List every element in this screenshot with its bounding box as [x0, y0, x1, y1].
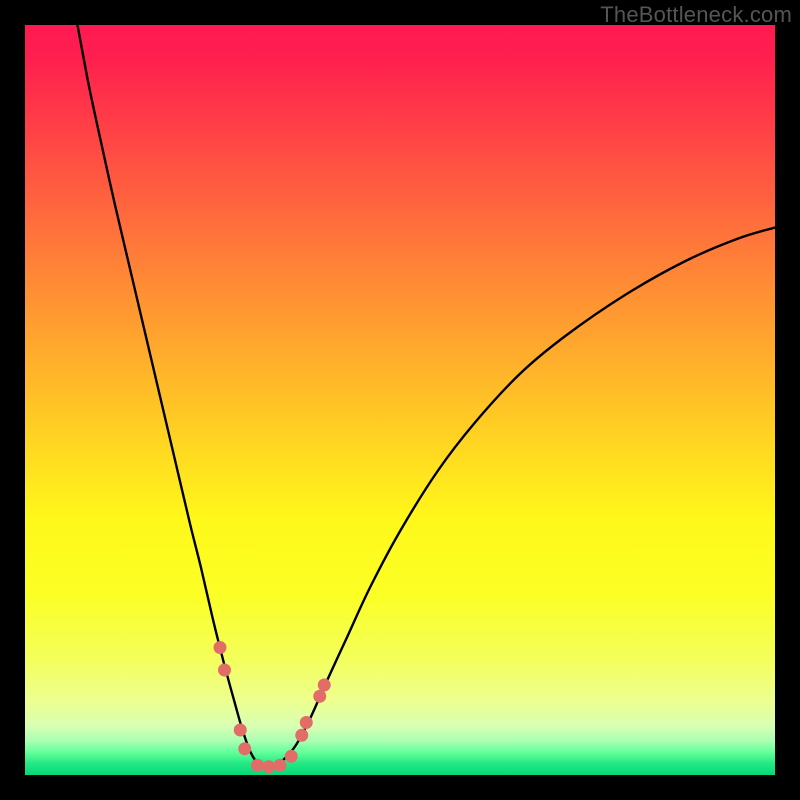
marker-dot	[295, 729, 308, 742]
marker-dot	[318, 679, 331, 692]
plot-area	[25, 25, 775, 775]
marker-dot	[274, 759, 287, 772]
gradient-background	[25, 25, 775, 775]
marker-dot	[238, 742, 251, 755]
marker-dot	[313, 690, 326, 703]
marker-dot	[300, 716, 313, 729]
marker-dot	[234, 724, 247, 737]
marker-dot	[251, 759, 264, 772]
marker-dot	[218, 664, 231, 677]
chart-svg	[25, 25, 775, 775]
watermark-text: TheBottleneck.com	[600, 2, 792, 28]
marker-dot	[262, 760, 275, 773]
chart-frame: TheBottleneck.com	[0, 0, 800, 800]
marker-dot	[285, 750, 298, 763]
marker-dot	[214, 641, 227, 654]
